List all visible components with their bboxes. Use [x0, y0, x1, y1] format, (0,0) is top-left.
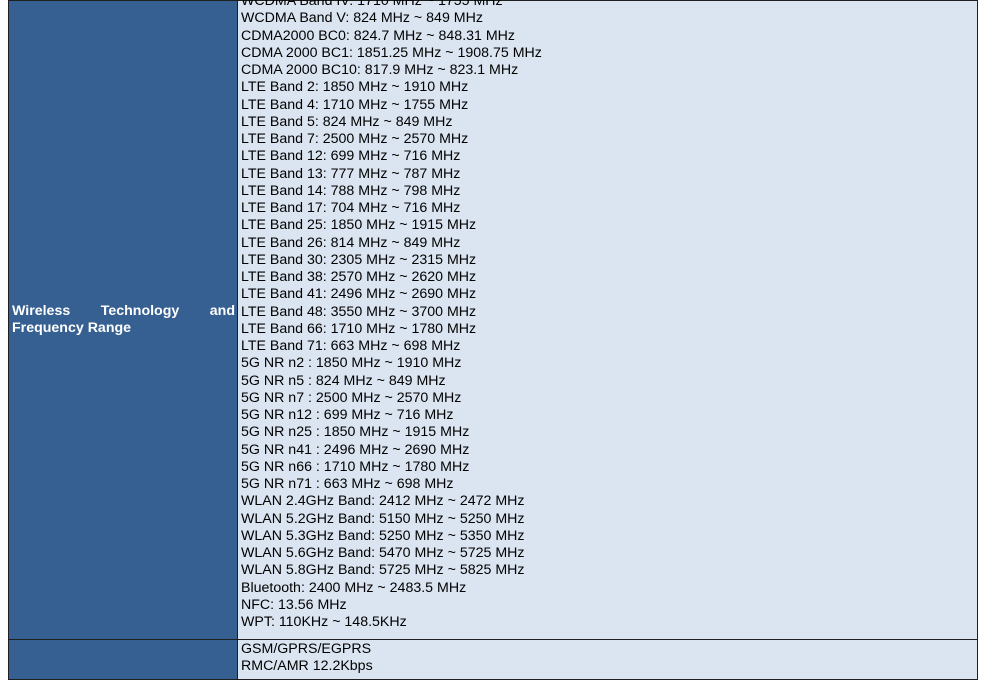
frequency-line: CDMA2000 BC0: 824.7 MHz ~ 848.31 MHz: [241, 27, 516, 44]
frequency-line: RMC/AMR 12.2Kbps: [241, 658, 373, 675]
row-values: GSM/GPRS/EGPRS RMC/AMR 12.2Kbps: [237, 639, 978, 680]
frequency-line: LTE Band 41: 2496 MHz ~ 2690 MHz: [241, 286, 477, 303]
frequency-line: 5G NR n66 : 1710 MHz ~ 1780 MHz: [241, 458, 470, 475]
frequency-line: 5G NR n5 : 824 MHz ~ 849 MHz: [241, 372, 446, 389]
frequency-line: LTE Band 38: 2570 MHz ~ 2620 MHz: [241, 269, 477, 285]
frequency-line: LTE Band 2: 1850 MHz ~ 1910 MHz: [241, 79, 469, 96]
frequency-line: WCDMA Band IV: 1710 MHz ~ 1755 MHz: [241, 0, 503, 9]
frequency-line: LTE Band 71: 663 MHz ~ 698 MHz: [241, 338, 461, 354]
frequency-line: LTE Band 4: 1710 MHz ~ 1755 MHz: [241, 96, 469, 113]
table-row: GSM/GPRS/EGPRS RMC/AMR 12.2Kbps: [8, 639, 978, 680]
row-label: Wireless Technology and Frequency Range: [8, 0, 238, 640]
frequency-line: WLAN 2.4GHz Band: 2412 MHz ~ 2472 MHz: [241, 493, 525, 510]
frequency-line: LTE Band 26: 814 MHz ~ 849 MHz: [241, 234, 461, 251]
frequency-line: LTE Band 5: 824 MHz ~ 849 MHz: [241, 113, 453, 130]
spec-table: Wireless Technology and Frequency Range …: [8, 0, 978, 680]
frequency-line: LTE Band 13: 777 MHz ~ 787 MHz: [241, 165, 461, 182]
frequency-line: GSM/GPRS/EGPRS: [241, 641, 372, 657]
table-row: Wireless Technology and Frequency Range …: [8, 0, 978, 640]
frequency-line: LTE Band 14: 788 MHz ~ 798 MHz: [241, 182, 461, 199]
frequency-line: LTE Band 30: 2305 MHz ~ 2315 MHz: [241, 251, 477, 268]
frequency-line: LTE Band 7: 2500 MHz ~ 2570 MHz: [241, 131, 469, 147]
frequency-line: 5G NR n41 : 2496 MHz ~ 2690 MHz: [241, 441, 470, 458]
frequency-line: LTE Band 17: 704 MHz ~ 716 MHz: [241, 200, 461, 216]
frequency-line: 5G NR n2 : 1850 MHz ~ 1910 MHz: [241, 355, 462, 372]
frequency-line: LTE Band 66: 1710 MHz ~ 1780 MHz: [241, 320, 477, 337]
frequency-line: LTE Band 12: 699 MHz ~ 716 MHz: [241, 148, 461, 165]
row-label: [8, 639, 238, 680]
frequency-line: WPT: 110KHz ~ 148.5KHz: [241, 614, 407, 630]
row-values: WCDMA Band IV: 1710 MHz ~ 1755 MHz WCDMA …: [237, 0, 978, 640]
frequency-line: Bluetooth: 2400 MHz ~ 2483.5 MHz: [241, 579, 467, 596]
frequency-line: 5G NR n12 : 699 MHz ~ 716 MHz: [241, 407, 454, 423]
frequency-line: WLAN 5.3GHz Band: 5250 MHz ~ 5350 MHz: [241, 527, 525, 544]
frequency-line: WLAN 5.8GHz Band: 5725 MHz ~ 5825 MHz: [241, 562, 525, 579]
frequency-line: LTE Band 25: 1850 MHz ~ 1915 MHz: [241, 217, 477, 234]
frequency-line: WCDMA Band V: 824 MHz ~ 849 MHz: [241, 10, 483, 27]
frequency-line: CDMA 2000 BC10: 817.9 MHz ~ 823.1 MHz: [241, 62, 519, 78]
frequency-line: WLAN 5.6GHz Band: 5470 MHz ~ 5725 MHz: [241, 545, 525, 561]
frequency-line: 5G NR n71 : 663 MHz ~ 698 MHz: [241, 476, 454, 492]
frequency-line: CDMA 2000 BC1: 1851.25 MHz ~ 1908.75 MHz: [241, 44, 542, 61]
frequency-line: NFC: 13.56 MHz: [241, 596, 347, 613]
frequency-line: LTE Band 48: 3550 MHz ~ 3700 MHz: [241, 303, 477, 320]
frequency-line: WLAN 5.2GHz Band: 5150 MHz ~ 5250 MHz: [241, 510, 525, 527]
frequency-line: 5G NR n25 : 1850 MHz ~ 1915 MHz: [241, 424, 470, 441]
frequency-line: 5G NR n7 : 2500 MHz ~ 2570 MHz: [241, 389, 462, 406]
